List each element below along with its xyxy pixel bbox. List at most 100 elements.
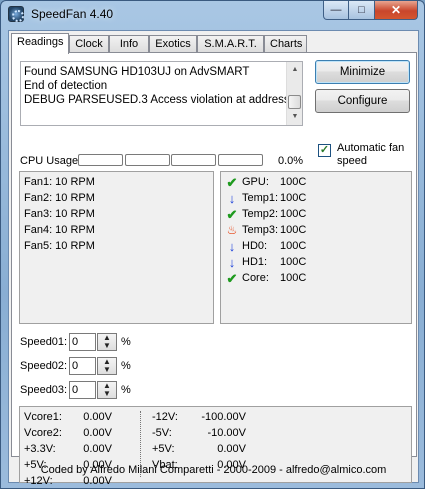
close-icon: ✕ (390, 3, 402, 17)
temp-value: 100C (280, 208, 307, 220)
tab-info[interactable]: Info (109, 35, 149, 53)
arrow-down-icon: ↓ (228, 239, 236, 254)
voltage-value: -10.00V (207, 427, 246, 439)
maximize-window-button[interactable]: □ (349, 1, 375, 20)
voltage-reading: -5V: -10.00V (152, 427, 282, 441)
spin-down-icon[interactable]: ▼ (98, 342, 116, 350)
speed02-input[interactable] (69, 357, 96, 375)
fan-reading: Fan3: 10 RPM (24, 208, 95, 220)
minimize-icon: — (330, 4, 342, 16)
cpu-usage-label: CPU Usage (20, 155, 79, 167)
arrow-down-icon: ↓ (228, 191, 236, 206)
voltage-name: +3.3V: (24, 443, 56, 455)
title-bar[interactable]: SpeedFan 4.40 — □ ✕ (1, 1, 424, 29)
voltage-reading: Vcore2: 0.00V (24, 427, 134, 441)
voltage-value: 0.00V (83, 475, 112, 487)
log-line: Found SAMSUNG HD103UJ on AdvSMART (24, 66, 250, 78)
temp-name: Core: (242, 272, 269, 284)
arrow-down-icon: ↓ (228, 255, 236, 270)
credits-footer: Coded by Alfredo Milani Comparetti - 200… (40, 464, 387, 476)
log-scrollbar[interactable]: ▲ ▼ (286, 62, 302, 125)
speed01-label: Speed01: (20, 336, 68, 348)
fan-reading: Fan2: 10 RPM (24, 192, 95, 204)
fan-reading: Fan5: 10 RPM (24, 240, 95, 252)
cpu-usage-percent: 0.0% (278, 155, 304, 167)
caption-buttons: — □ ✕ (323, 1, 418, 21)
tab-exotics[interactable]: Exotics (149, 35, 197, 53)
spin-down-icon[interactable]: ▼ (98, 390, 116, 398)
voltage-reading: Vcore1: 0.00V (24, 411, 134, 425)
temp-value: 100C (280, 272, 307, 284)
temp-value: 100C (280, 192, 307, 204)
voltage-value: 0.00V (83, 411, 112, 423)
speedfan-window: SpeedFan 4.40 — □ ✕ Readings Clock Info … (0, 0, 425, 489)
voltage-reading: +3.3V: 0.00V (24, 443, 134, 457)
readings-panel: Found SAMSUNG HD103UJ on AdvSMART End of… (11, 52, 417, 487)
speed03-label: Speed03: (20, 384, 68, 396)
temp-name: Temp3: (242, 224, 279, 236)
tab-smart[interactable]: S.M.A.R.T. (197, 35, 264, 53)
window-title: SpeedFan 4.40 (31, 7, 114, 21)
temp-row-gpu: ✔ GPU: 100C (225, 175, 405, 191)
flame-icon: ♨ (226, 223, 238, 237)
speed01-spinner[interactable]: ▲ ▼ (97, 333, 117, 351)
scroll-down-icon[interactable]: ▼ (287, 109, 302, 125)
log-line: DEBUG PARSEUSED.3 Access violation at ad… (24, 94, 303, 106)
minimize-button[interactable]: Minimize (315, 60, 410, 84)
minimize-window-button[interactable]: — (323, 1, 349, 20)
temp-row-temp3: ♨ Temp3: 100C (225, 223, 405, 239)
temp-row-core: ✔ Core: 100C (225, 271, 405, 287)
voltage-name: -5V: (152, 427, 172, 439)
scroll-thumb[interactable] (288, 95, 301, 109)
speed03-input[interactable] (69, 381, 96, 399)
temp-name: HD0: (242, 240, 268, 252)
temp-value: 100C (280, 224, 307, 236)
temp-row-temp2: ✔ Temp2: 100C (225, 207, 405, 223)
temp-name: Temp2: (242, 208, 279, 220)
tab-charts[interactable]: Charts (264, 35, 307, 53)
automatic-fan-speed-label: Automatic fan speed (337, 142, 405, 167)
voltage-value: -100.00V (201, 411, 246, 423)
voltage-name: +12V: (24, 475, 53, 487)
speed03-unit: % (121, 384, 131, 396)
temp-name: HD1: (242, 256, 268, 268)
tab-clock[interactable]: Clock (69, 35, 109, 53)
check-icon: ✔ (226, 271, 238, 286)
speed01-unit: % (121, 336, 131, 348)
temp-name: GPU: (242, 176, 269, 188)
configure-button[interactable]: Configure (315, 89, 410, 113)
voltage-name: Vcore1: (24, 411, 62, 423)
voltage-value: 0.00V (83, 443, 112, 455)
voltage-reading: -12V: -100.00V (152, 411, 282, 425)
check-icon: ✔ (226, 175, 238, 190)
cpu-usage-bar (218, 154, 263, 166)
speed01-input[interactable] (69, 333, 96, 351)
tab-readings[interactable]: Readings (11, 33, 69, 54)
temp-row-hd0: ↓ HD0: 100C (225, 239, 405, 255)
close-window-button[interactable]: ✕ (375, 1, 418, 20)
spin-down-icon[interactable]: ▼ (98, 366, 116, 374)
cpu-usage-bar (78, 154, 123, 166)
speed02-spinner[interactable]: ▲ ▼ (97, 357, 117, 375)
temp-value: 100C (280, 256, 307, 268)
speed02-unit: % (121, 360, 131, 372)
temp-value: 100C (280, 240, 307, 252)
temp-value: 100C (280, 176, 307, 188)
scroll-up-icon[interactable]: ▲ (287, 62, 302, 78)
voltage-value: 0.00V (83, 427, 112, 439)
voltage-reading: +12V: 0.00V (24, 475, 134, 489)
voltage-name: Vcore2: (24, 427, 62, 439)
log-textbox[interactable]: Found SAMSUNG HD103UJ on AdvSMART End of… (20, 61, 303, 126)
speed02-label: Speed02: (20, 360, 68, 372)
temp-row-hd1: ↓ HD1: 100C (225, 255, 405, 271)
automatic-fan-speed-checkbox[interactable]: ✓ (318, 144, 331, 157)
voltage-name: +5V: (152, 443, 175, 455)
fan-readings-panel: Fan1: 10 RPM Fan2: 10 RPM Fan3: 10 RPM F… (19, 171, 214, 324)
maximize-icon: □ (358, 4, 365, 16)
fan-reading: Fan4: 10 RPM (24, 224, 95, 236)
speed03-spinner[interactable]: ▲ ▼ (97, 381, 117, 399)
client-area: Readings Clock Info Exotics S.M.A.R.T. C… (8, 30, 419, 487)
speedfan-app-icon[interactable] (8, 6, 24, 22)
voltage-value: 0.00V (217, 443, 246, 455)
voltage-name: -12V: (152, 411, 178, 423)
